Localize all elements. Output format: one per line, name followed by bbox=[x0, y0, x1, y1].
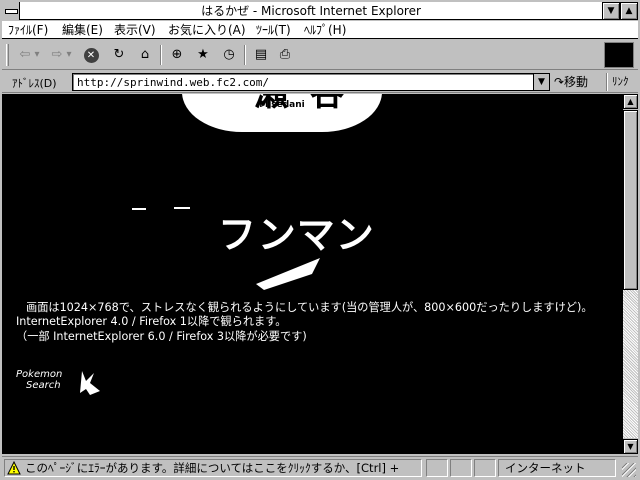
notice-line: 画面は1024×768で、ストレスなく観られるようにしています(当の管理人が、8… bbox=[26, 301, 593, 314]
notice-line: （一部 InternetExplorer 6.0 / Firefox 3以降が必… bbox=[16, 329, 307, 343]
stop-icon: ✕ bbox=[83, 48, 99, 63]
minimize-button[interactable]: ▼ bbox=[602, 2, 620, 20]
refresh-icon[interactable]: ↻ bbox=[110, 46, 128, 64]
forward-dropdown-icon[interactable]: ▾ bbox=[64, 46, 74, 64]
security-zone-pane[interactable]: インターネット bbox=[498, 459, 616, 477]
pokemon-search-link[interactable]: Pokemon Search bbox=[16, 369, 106, 399]
standard-toolbar: ⇦ ▾ ⇨ ▾ ✕ ↻ ⌂ ⊕ ★ ◷ ▤ ⎙ bbox=[2, 40, 638, 70]
toolbar-separator bbox=[244, 45, 246, 65]
address-input[interactable] bbox=[77, 76, 527, 89]
status-message: このﾍﾟｰｼﾞにｴﾗｰがあります。詳細についてはここをｸﾘｯｸするか、[Ctrl… bbox=[25, 461, 400, 475]
stop-button[interactable]: ✕ bbox=[82, 46, 100, 64]
maximize-button[interactable]: ▲ bbox=[620, 2, 638, 20]
browser-window: はるかぜ - Microsoft Internet Explorer ▼ ▲ ﾌ… bbox=[0, 0, 640, 480]
favorites-icon[interactable]: ★ bbox=[194, 46, 212, 64]
status-message-pane[interactable]: このﾍﾟｰｼﾞにｴﾗｰがあります。詳細についてはここをｸﾘｯｸするか、[Ctrl… bbox=[4, 459, 422, 477]
scroll-down-button[interactable]: ▼ bbox=[623, 439, 638, 454]
menu-view[interactable]: 表示(V) bbox=[114, 23, 156, 37]
mail-icon[interactable]: ▤ bbox=[252, 46, 270, 64]
back-dropdown-icon[interactable]: ▾ bbox=[32, 46, 42, 64]
print-icon[interactable]: ⎙ bbox=[276, 46, 294, 64]
address-bar: ｱﾄﾞﾚｽ(D) ▼ ↷移動 ﾘﾝｸ bbox=[2, 71, 638, 93]
toolbar-separator bbox=[160, 45, 162, 65]
status-bar: このﾍﾟｰｼﾞにｴﾗｰがあります。詳細についてはここをｸﾘｯｸするか、[Ctrl… bbox=[2, 456, 638, 478]
system-menu-button[interactable] bbox=[2, 2, 20, 20]
warning-icon bbox=[7, 461, 21, 475]
address-label: ｱﾄﾞﾚｽ(D) bbox=[12, 77, 57, 90]
address-dropdown-icon[interactable]: ▼ bbox=[533, 74, 549, 90]
pikachu-icon bbox=[80, 371, 100, 395]
links-button[interactable]: ﾘﾝｸ bbox=[612, 73, 629, 91]
wedge-shape bbox=[256, 258, 320, 290]
vertical-scrollbar[interactable]: ▲ ▼ bbox=[622, 94, 638, 454]
security-zone-label: インターネット bbox=[505, 461, 586, 475]
resize-grip[interactable] bbox=[622, 463, 636, 477]
menu-file[interactable]: ﾌｧｲﾙ(F) bbox=[8, 23, 48, 37]
menu-tools[interactable]: ﾂｰﾙ(T) bbox=[256, 23, 291, 37]
toolbar-grip[interactable] bbox=[6, 44, 9, 66]
status-pane bbox=[426, 459, 448, 477]
history-icon[interactable]: ◷ bbox=[220, 46, 238, 64]
home-icon[interactable]: ⌂ bbox=[136, 46, 154, 64]
scroll-track[interactable] bbox=[623, 290, 638, 438]
address-field[interactable]: ▼ bbox=[72, 73, 550, 91]
status-pane bbox=[450, 459, 472, 477]
title-bar[interactable]: はるかぜ - Microsoft Internet Explorer ▼ ▲ bbox=[2, 2, 638, 20]
window-title: はるかぜ - Microsoft Internet Explorer bbox=[201, 4, 421, 18]
toolbar-separator bbox=[606, 73, 608, 91]
notice-line: InternetExplorer 4.0 / Firefox 1以降で観られます… bbox=[16, 315, 287, 329]
menu-help[interactable]: ﾍﾙﾌﾟ(H) bbox=[304, 23, 346, 37]
scroll-up-button[interactable]: ▲ bbox=[623, 94, 638, 109]
go-button[interactable]: ↷移動 bbox=[554, 73, 604, 91]
menu-edit[interactable]: 編集(E) bbox=[62, 23, 103, 37]
ie-throbber bbox=[604, 42, 634, 68]
page-content: 一瀬谷 Misedani フンマン 画面は1024×768で、ストレスなく観られ… bbox=[2, 94, 622, 454]
site-notice: 画面は1024×768で、ストレスなく観られるようにしています(当の管理人が、8… bbox=[16, 301, 616, 344]
pikachu-shape bbox=[80, 371, 100, 395]
menu-favorites[interactable]: お気に入り(A) bbox=[168, 23, 246, 37]
search-icon[interactable]: ⊕ bbox=[168, 46, 186, 64]
status-pane bbox=[474, 459, 496, 477]
menu-bar: ﾌｧｲﾙ(F) 編集(E) 表示(V) お気に入り(A) ﾂｰﾙ(T) ﾍﾙﾌﾟ… bbox=[2, 21, 638, 39]
decorative-wedge bbox=[256, 258, 320, 290]
scroll-thumb[interactable] bbox=[623, 110, 638, 290]
